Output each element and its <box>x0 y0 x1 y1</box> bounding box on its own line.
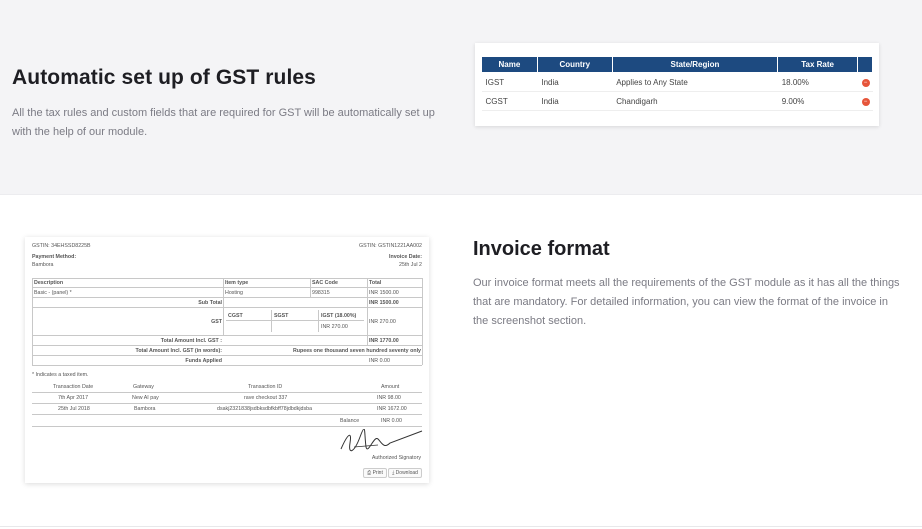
payment-method-label: Payment Method: <box>32 254 77 260</box>
invoice-date-label: Invoice Date: <box>389 254 422 260</box>
txn-id: dsakj2321838jsdbksdbfkbff78jdbdkjdsba <box>217 406 313 412</box>
col-description: Description <box>34 280 64 286</box>
funds: INR 0.00 <box>369 358 390 364</box>
delete-icon[interactable]: − <box>861 79 870 87</box>
signature-icon <box>340 429 423 452</box>
txn-col-id: Transaction ID <box>248 384 283 390</box>
col-total: Total <box>369 280 382 286</box>
tax-rate: 18.00% <box>777 72 858 92</box>
igst-label: IGST (18.00%) <box>321 313 357 319</box>
column-header-country: Country <box>536 56 613 73</box>
txn-date: 25th Jul 2018 <box>58 406 90 412</box>
delete-icon[interactable]: − <box>861 98 870 106</box>
taxed-note: * Indicates a taxed item. <box>32 372 89 378</box>
total-words: Rupees one thousand seven hundred sevent… <box>292 348 421 354</box>
col-item-type: Item type <box>225 280 249 286</box>
total-incl-label: Total Amount Incl. GST : <box>160 338 222 344</box>
txn-amount: INR 98.00 <box>377 395 401 401</box>
print-icon: ⎙ <box>367 470 372 476</box>
tax-name: CGST <box>481 91 538 111</box>
txn-col-amount: Amount <box>381 384 400 390</box>
item-description: Basic - (panel) * <box>34 290 72 296</box>
tax-country: India <box>537 91 613 111</box>
item-type: Hosting <box>225 290 243 296</box>
sgst-label: SGST <box>274 313 289 319</box>
total-incl: INR 1770.00 <box>369 338 399 344</box>
table-row: CGST India Chandigarh 9.00% − <box>481 91 873 111</box>
gst-rules-section: Automatic set up of GST rules All the ta… <box>0 0 922 195</box>
authorized-signatory: Authorized Signatory <box>371 455 421 461</box>
txn-col-gateway: Gateway <box>133 384 154 390</box>
payment-method: Bambora <box>32 262 54 268</box>
tax-rules-table: Name Country State/Region Tax Rate IGST … <box>481 56 873 111</box>
gst-rules-heading: Automatic set up of GST rules <box>12 66 316 89</box>
delete-button[interactable]: − <box>857 91 873 111</box>
txn-id: rave checkout 337 <box>244 395 288 401</box>
txn-gateway: Bambora <box>134 406 156 412</box>
sub-total-label: Sub Total <box>198 300 222 306</box>
invoice-screenshot: GSTIN: 34EHSSD8225B GSTIN: GSTIN1221AA00… <box>25 237 429 483</box>
tax-table-header-row: Name Country State/Region Tax Rate <box>481 56 873 73</box>
tax-name: IGST <box>481 72 538 92</box>
download-label: Download <box>395 470 418 476</box>
item-sac-code: 998315 <box>312 290 330 296</box>
txn-amount: INR 1672.00 <box>377 406 407 412</box>
gstin-right: GSTIN: GSTIN1221AA002 <box>358 243 422 249</box>
tax-state: Chandigarh <box>612 91 778 111</box>
column-header-name: Name <box>481 56 538 73</box>
funds-label: Funds Applied <box>185 358 222 364</box>
col-sac-code: SAC Code <box>312 280 338 286</box>
column-header-tax-rate: Tax Rate <box>777 56 858 73</box>
item-total: INR 1500.00 <box>369 290 399 296</box>
total-words-label: Total Amount Incl. GST (in words): <box>135 348 222 354</box>
sub-total: INR 1500.00 <box>369 300 399 306</box>
delete-button[interactable]: − <box>857 72 873 92</box>
column-header-actions <box>857 56 873 73</box>
section-divider <box>0 526 922 527</box>
tax-rate: 9.00% <box>777 91 858 111</box>
tax-country: India <box>537 72 613 92</box>
gst-label: GST <box>211 319 222 325</box>
tax-rules-screenshot: Name Country State/Region Tax Rate IGST … <box>475 43 879 126</box>
balance: INR 0.00 <box>381 418 402 424</box>
invoice-format-description: Our invoice format meets all the require… <box>473 277 900 327</box>
txn-date: 7th Apr 2017 <box>58 395 89 401</box>
gst-rules-description: All the tax rules and custom fields that… <box>12 107 435 138</box>
invoice-format-heading: Invoice format <box>473 238 610 260</box>
gstin-left: GSTIN: 34EHSSD8225B <box>32 243 91 249</box>
table-row: IGST India Applies to Any State 18.00% − <box>481 72 873 92</box>
gst-total: INR 270.00 <box>369 319 396 325</box>
tax-state: Applies to Any State <box>612 72 778 92</box>
download-icon: ⤓ <box>392 470 395 476</box>
txn-gateway: New AI pay <box>132 395 159 401</box>
download-button[interactable]: ⤓ Download <box>388 468 422 478</box>
cgst-label: CGST <box>228 313 243 319</box>
print-button[interactable]: ⎙ Print <box>363 468 387 478</box>
column-header-state: State/Region <box>611 56 779 73</box>
txn-col-date: Transaction Date <box>53 384 94 390</box>
balance-label: Balance <box>340 418 360 424</box>
invoice-date: 25th Jul 2 <box>399 262 422 268</box>
print-label: Print <box>372 470 383 476</box>
igst-value: INR 270.00 <box>321 324 348 330</box>
